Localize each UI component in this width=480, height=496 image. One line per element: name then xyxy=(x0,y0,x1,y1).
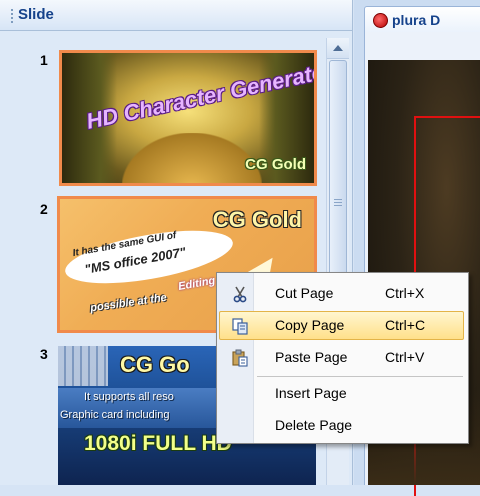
slide-number: 3 xyxy=(40,346,48,362)
document-tab[interactable]: plura D xyxy=(364,6,480,33)
slide-number: 1 xyxy=(40,52,48,68)
context-menu: Cut Page Ctrl+X Copy Page Ctrl+C Paste P… xyxy=(216,272,469,444)
menu-item-label: Delete Page xyxy=(275,417,353,433)
menu-item-shortcut: Ctrl+X xyxy=(385,285,425,301)
slide-panel-title: Slide xyxy=(18,6,54,23)
slide-text-line: possible at the xyxy=(89,291,168,315)
menu-item-cut-page[interactable]: Cut Page Ctrl+X xyxy=(219,279,464,308)
slide-number: 2 xyxy=(40,201,48,217)
scroll-up-button[interactable] xyxy=(327,38,349,59)
menu-item-copy-page[interactable]: Copy Page Ctrl+C xyxy=(219,311,464,340)
slide-brand: CG Gold xyxy=(245,156,306,173)
menu-separator xyxy=(257,376,463,377)
slide-text-line: Graphic card including xyxy=(60,409,170,421)
menu-item-shortcut: Ctrl+C xyxy=(385,317,426,333)
safe-area-guide xyxy=(414,116,480,118)
menu-item-shortcut: Ctrl+V xyxy=(385,349,425,365)
slide-text-line: 1080i FULL HD xyxy=(84,432,232,455)
slide-text-line: It supports all reso xyxy=(84,391,174,403)
arrow-up-icon xyxy=(333,45,343,51)
slide-thumbnail-1[interactable]: HD Character Generator CG Gold xyxy=(59,50,317,186)
grip-lines-icon xyxy=(334,199,342,206)
menu-item-label: Copy Page xyxy=(275,317,345,333)
copy-icon xyxy=(232,318,248,335)
scissors-icon xyxy=(233,286,247,303)
panel-grip-icon[interactable] xyxy=(11,9,13,23)
menu-item-delete-page[interactable]: Delete Page xyxy=(219,411,464,440)
slide-brand: CG Go xyxy=(120,352,190,377)
document-icon xyxy=(373,13,388,28)
menu-item-label: Cut Page xyxy=(275,285,334,301)
cube-graphic xyxy=(58,346,108,386)
slide-brand: CG Gold xyxy=(212,207,302,232)
menu-item-label: Insert Page xyxy=(275,385,347,401)
menu-item-insert-page[interactable]: Insert Page xyxy=(219,379,464,408)
menu-item-paste-page[interactable]: Paste Page Ctrl+V xyxy=(219,343,464,372)
slide-panel-header: Slide xyxy=(0,0,352,31)
document-tab-label: plura D xyxy=(392,12,441,28)
menu-item-label: Paste Page xyxy=(275,349,348,365)
paste-icon xyxy=(232,349,248,367)
forest-road-graphic xyxy=(122,133,262,183)
